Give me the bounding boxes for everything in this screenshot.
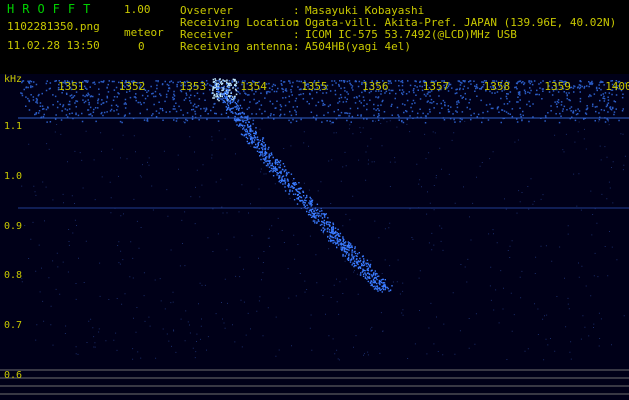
y-tick-label: 0.6 — [4, 370, 23, 381]
y-tick-label: 0.7 — [4, 320, 23, 332]
timestamp: 11.02.28 13:50 — [7, 39, 100, 52]
y-axis-unit: kHz — [4, 74, 23, 85]
spectrogram — [0, 74, 629, 400]
x-tick-label: 1359 — [544, 80, 571, 93]
x-tick-label: 1400 — [605, 80, 629, 93]
x-tick-label: 1352 — [118, 80, 146, 93]
y-tick-label: 1.0 — [4, 170, 23, 182]
separator: : — [293, 40, 300, 53]
meteor-count: 0 — [138, 40, 145, 53]
y-tick-label: 0.9 — [4, 220, 23, 232]
app-version: 1.00 — [124, 3, 151, 16]
file-name: 1102281350.png — [7, 20, 100, 33]
x-tick-label: 1351 — [58, 80, 85, 93]
y-tick-label: 0.8 — [4, 270, 23, 282]
app-title: HROFFT — [7, 2, 99, 16]
x-tick-label: 1356 — [362, 80, 389, 93]
x-tick-label: 1358 — [483, 80, 511, 93]
y-tick-label: 1.1 — [4, 121, 23, 132]
antenna-value: A504HB(yagi 4el) — [305, 40, 411, 53]
x-tick-label: 1355 — [301, 80, 328, 93]
x-tick-label: 1357 — [422, 80, 450, 93]
antenna-key: Receiving antenna — [180, 40, 293, 53]
meteor-label: meteor — [124, 26, 164, 39]
spectrogram-background — [0, 74, 629, 400]
x-tick-label: 1353 — [179, 80, 207, 93]
x-tick-label: 1354 — [240, 80, 267, 93]
